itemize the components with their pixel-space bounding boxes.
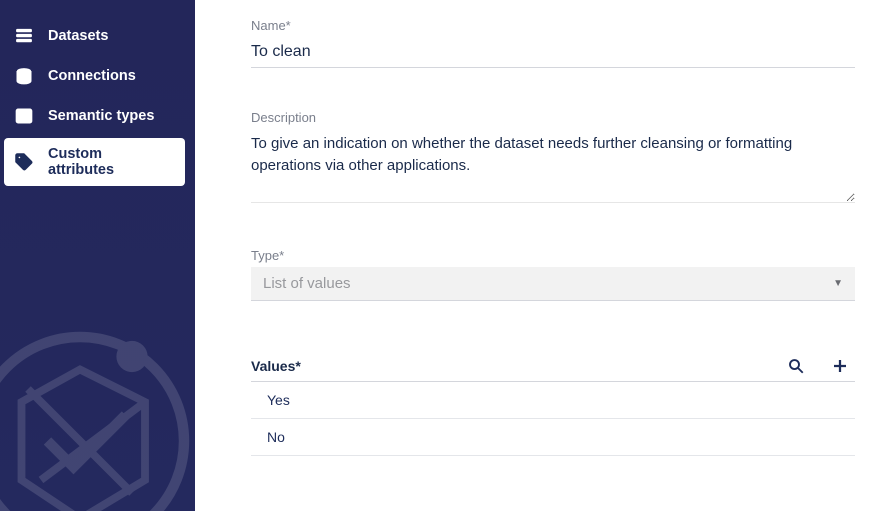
- main-content: Name* Description Type* List of values ▼…: [195, 0, 883, 511]
- semantic-types-icon: Az: [14, 106, 34, 126]
- type-field-group: Type* List of values ▼: [251, 248, 855, 301]
- name-label: Name*: [251, 18, 855, 33]
- sidebar-item-datasets[interactable]: Datasets: [0, 18, 195, 54]
- search-icon: [787, 357, 805, 375]
- type-select[interactable]: List of values ▼: [251, 267, 855, 301]
- sidebar-background-graphic: [0, 311, 195, 511]
- sidebar-item-semantic-types[interactable]: Az Semantic types: [0, 98, 195, 134]
- type-selected-value: List of values: [263, 275, 833, 292]
- sidebar-item-label: Semantic types: [48, 108, 154, 124]
- description-field-group: Description: [251, 110, 855, 206]
- description-label: Description: [251, 110, 855, 125]
- sidebar: Datasets Connections Az Semantic types C…: [0, 0, 195, 511]
- svg-text:Az: Az: [19, 112, 28, 121]
- chevron-down-icon: ▼: [833, 278, 843, 289]
- values-header: Values*: [251, 357, 855, 382]
- search-values-button[interactable]: [781, 357, 811, 375]
- value-row[interactable]: Yes: [251, 382, 855, 419]
- custom-attributes-icon: [14, 152, 34, 172]
- sidebar-item-custom-attributes[interactable]: Custom attributes: [4, 138, 185, 186]
- plus-icon: [831, 357, 849, 375]
- sidebar-item-connections[interactable]: Connections: [0, 58, 195, 94]
- description-textarea[interactable]: [251, 129, 855, 203]
- values-title: Values*: [251, 358, 767, 374]
- add-value-button[interactable]: [825, 357, 855, 375]
- type-label: Type*: [251, 248, 855, 263]
- connections-icon: [14, 66, 34, 86]
- name-field-group: Name*: [251, 18, 855, 68]
- sidebar-item-label: Datasets: [48, 28, 108, 44]
- datasets-icon: [14, 26, 34, 46]
- sidebar-item-label: Custom attributes: [48, 146, 171, 178]
- sidebar-item-label: Connections: [48, 68, 136, 84]
- values-section: Values* Yes No: [251, 357, 855, 456]
- name-input[interactable]: [251, 37, 855, 68]
- value-row[interactable]: No: [251, 419, 855, 456]
